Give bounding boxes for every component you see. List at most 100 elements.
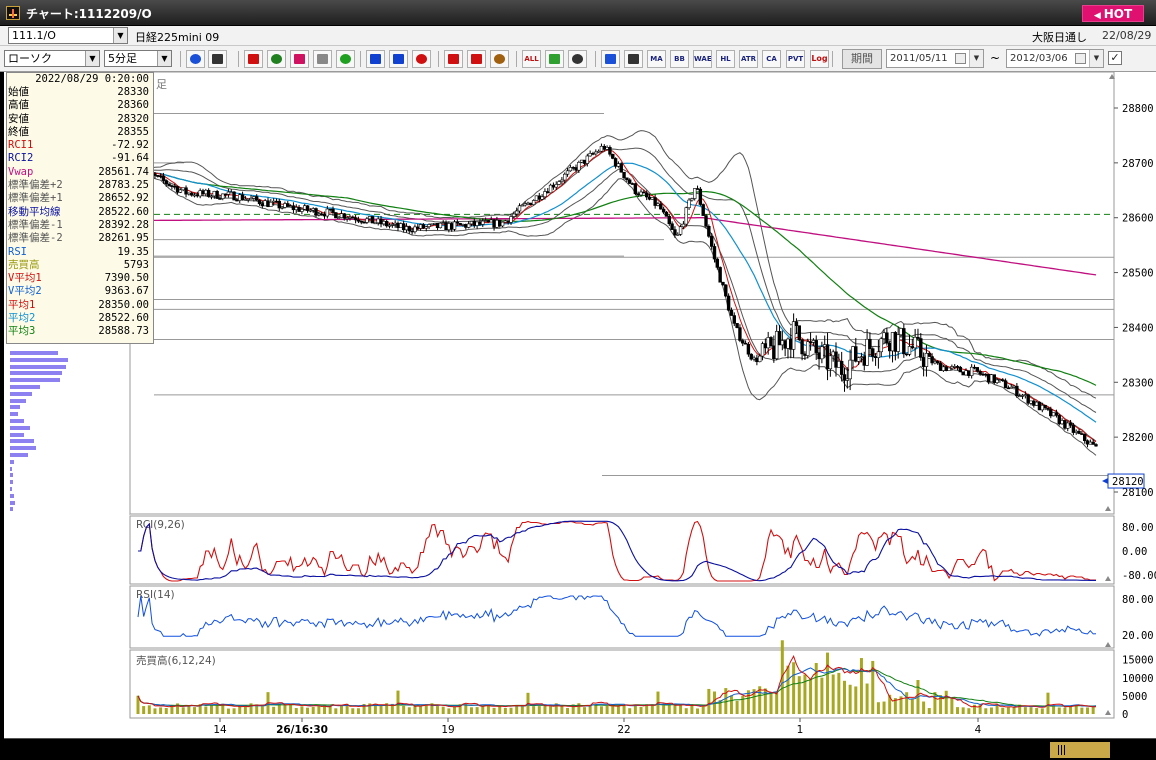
volume-bar	[741, 695, 745, 714]
candle-body	[639, 191, 643, 196]
caret-left-icon: ◀	[1093, 11, 1101, 21]
candle-body	[486, 220, 491, 223]
candle-body	[625, 177, 629, 181]
WAE-tool-button[interactable]: WAE	[693, 50, 712, 68]
candle-body	[560, 179, 564, 182]
candle-body	[325, 208, 330, 217]
ruler-tool-button[interactable]	[366, 50, 385, 68]
chart-canvas[interactable]: 28800 28700 28600 28500 28400 28300 28200 28100…	[4, 72, 1156, 738]
candle-body	[481, 220, 485, 225]
candle-body	[229, 191, 233, 194]
candle-body	[950, 366, 954, 369]
grid-tool-button[interactable]	[624, 50, 643, 68]
bar-cut-tool-button[interactable]	[467, 50, 486, 68]
candle-body	[410, 230, 414, 233]
volume-bar	[142, 706, 146, 714]
order-tool-button[interactable]	[267, 50, 286, 68]
candle-body	[659, 203, 663, 210]
wrench-tool-button[interactable]	[568, 50, 587, 68]
candle-body	[616, 163, 621, 167]
palette-tool-button[interactable]	[601, 50, 620, 68]
CA-tool-button[interactable]: CA	[762, 50, 781, 68]
ALL-tool-button[interactable]: ALL	[522, 50, 541, 68]
candle-body	[274, 200, 279, 203]
MA-tool-button[interactable]: MA	[647, 50, 666, 68]
hot-button[interactable]: ◀ HOT	[1082, 5, 1144, 22]
candle-body	[927, 353, 931, 357]
candle-body	[286, 203, 290, 207]
BB-tool-button[interactable]: BB	[670, 50, 689, 68]
volume-bar	[181, 707, 185, 714]
info-row: 安値 28320	[7, 113, 153, 126]
candle-body	[509, 216, 513, 223]
crosshair-tool-button[interactable]	[208, 50, 227, 68]
HL-tool-button[interactable]: HL	[716, 50, 735, 68]
redo-tool-button[interactable]	[444, 50, 463, 68]
candle-body	[548, 184, 553, 194]
rsi-panel-frame	[129, 585, 1115, 649]
volume-profile-bar	[10, 364, 66, 369]
calendar-icon[interactable]	[955, 53, 966, 64]
chart-scrollbar[interactable]	[4, 738, 1156, 760]
volume-bar	[910, 698, 914, 714]
zoom-tool-button[interactable]	[186, 50, 205, 68]
period-button[interactable]: 期間	[842, 49, 882, 69]
volume-bar	[1091, 706, 1095, 714]
candle-body	[656, 203, 660, 206]
period-checkbox[interactable]: ✓	[1108, 51, 1122, 65]
volume-bar	[848, 684, 852, 714]
date-to-field[interactable]: 2012/03/06 ▼	[1006, 49, 1104, 68]
gear-tool-button[interactable]	[545, 50, 564, 68]
candle-body	[345, 217, 349, 220]
candle-body	[859, 356, 864, 358]
chart-c-tool-button[interactable]	[336, 50, 355, 68]
chevron-down-icon[interactable]: ▼	[157, 51, 171, 66]
candle-body	[184, 187, 188, 195]
PVT-tool-button[interactable]: PVT	[786, 50, 805, 68]
candle-body	[1063, 420, 1067, 429]
volume-bar	[927, 708, 931, 714]
candle-body	[430, 223, 434, 226]
volume-bar	[905, 692, 909, 714]
chart-type-select[interactable]: ローソク ▼	[4, 50, 100, 67]
chart-b-tool-button[interactable]	[313, 50, 332, 68]
volume-bar	[300, 706, 304, 714]
chevron-down-icon[interactable]: ▼	[113, 28, 127, 43]
info-value: -91.64	[111, 152, 149, 165]
candle-body	[407, 226, 411, 232]
chevron-down-icon[interactable]: ▼	[969, 50, 983, 67]
volume-bar	[882, 701, 886, 714]
rci-panel-label: RCI(9,26)	[136, 519, 185, 531]
calendar-icon[interactable]	[1075, 53, 1086, 64]
Log-tool-button[interactable]: Log	[810, 50, 829, 68]
ATR-tool-button[interactable]: ATR	[739, 50, 758, 68]
draw-pen-tool-button[interactable]	[389, 50, 408, 68]
candle-body	[862, 356, 866, 366]
cursor-tool-button[interactable]	[412, 50, 431, 68]
chevron-down-icon[interactable]: ▼	[85, 51, 99, 66]
volume-bar	[402, 705, 406, 714]
interval-select[interactable]: 5分足 ▼	[104, 50, 172, 67]
chevron-down-icon[interactable]: ▼	[1089, 50, 1103, 67]
candle-body	[204, 189, 208, 195]
bar-shift-tool-button[interactable]	[490, 50, 509, 68]
candle-body	[1015, 385, 1019, 397]
candle-body	[995, 379, 999, 383]
candle-body	[642, 191, 646, 194]
chart-a-tool-button[interactable]	[290, 50, 309, 68]
info-label: 移動平均線	[8, 205, 61, 218]
volume-bar	[842, 680, 846, 714]
candle-body	[308, 209, 313, 212]
volume-profile-bar	[10, 371, 62, 376]
candle-body	[1074, 430, 1078, 433]
volume-bar	[317, 706, 321, 714]
candle-body	[1049, 409, 1053, 417]
candle-body	[444, 222, 448, 231]
candle-body	[209, 195, 214, 198]
scroll-thumb[interactable]	[1050, 742, 1110, 758]
candle-body	[223, 193, 228, 196]
date-from-field[interactable]: 2011/05/11 ▼	[886, 49, 984, 68]
trend-line-tool-button[interactable]	[244, 50, 263, 68]
symbol-code-select[interactable]: 111.1/O ▼	[8, 27, 128, 44]
chart-area[interactable]: 28800 28700 28600 28500 28400 28300 28200 28100…	[4, 72, 1156, 738]
